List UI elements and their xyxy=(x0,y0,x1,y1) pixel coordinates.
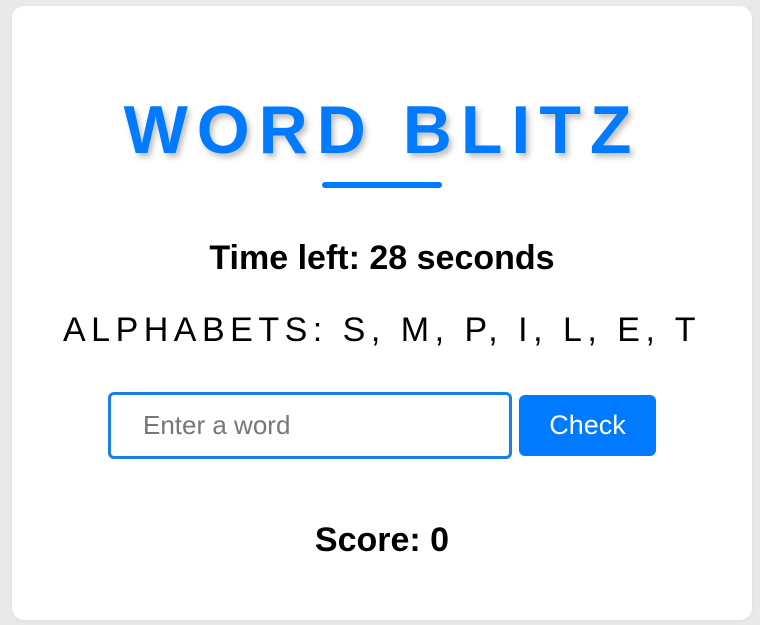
title-underline xyxy=(322,182,442,188)
word-input[interactable] xyxy=(108,392,512,459)
alphabets-text: ALPHABETS: S, M, P, I, L, E, T xyxy=(62,311,702,349)
game-title: WORD BLITZ xyxy=(123,92,641,168)
timer-text: Time left: 28 seconds xyxy=(209,239,555,277)
score-text: Score: 0 xyxy=(314,521,450,559)
check-button[interactable]: Check xyxy=(519,395,656,456)
game-card: WORD BLITZ Time left: 28 seconds ALPHABE… xyxy=(12,6,752,620)
